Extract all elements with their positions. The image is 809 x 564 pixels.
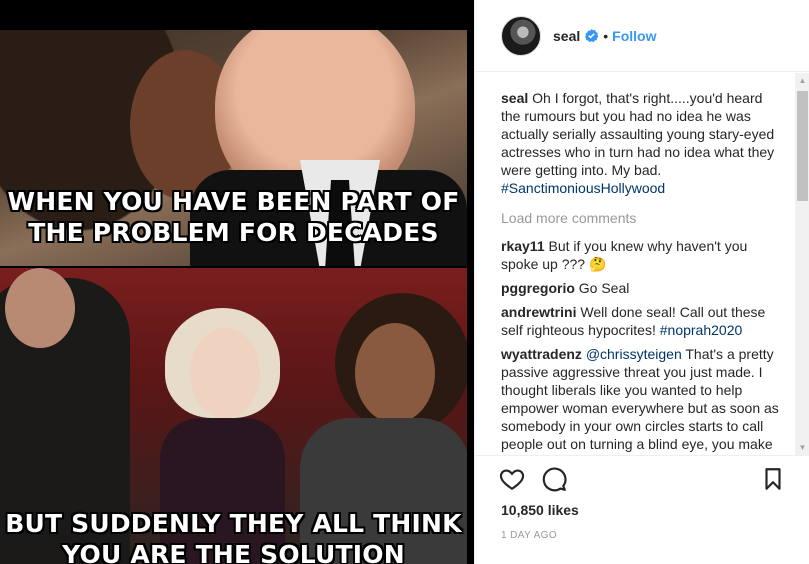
scroll-down-arrow-icon[interactable]: ▼ xyxy=(795,440,809,455)
list-item: pggregorio Go Seal xyxy=(501,279,781,297)
post-actions: 10,850 likes 1 DAY AGO xyxy=(475,455,809,564)
verified-badge-icon xyxy=(585,29,599,42)
comment-mention[interactable]: @chrissyteigen xyxy=(586,346,682,362)
comment-bubble-icon[interactable] xyxy=(541,466,567,492)
post-timestamp[interactable]: 1 DAY AGO xyxy=(501,530,786,541)
load-more-comments-button[interactable]: Load more comments xyxy=(501,209,786,227)
header-separator: • xyxy=(603,27,609,44)
comment-username[interactable]: pggregorio xyxy=(501,280,575,296)
comment-username[interactable]: wyattradenz xyxy=(501,346,582,362)
list-item: andrewtrini Well done seal! Call out the… xyxy=(501,303,781,339)
post-image[interactable]: WHEN YOU HAVE BEEN PART OF THE PROBLEM F… xyxy=(0,0,474,564)
scroll-up-arrow-icon[interactable]: ▲ xyxy=(795,73,809,88)
scroll-thumb[interactable] xyxy=(797,91,808,201)
post-caption: seal Oh I forgot, that's right.....you'd… xyxy=(501,89,781,197)
caption-author[interactable]: seal xyxy=(501,90,528,106)
comment-text: That's a pretty passive aggressive threa… xyxy=(501,346,779,455)
meme-caption-top: WHEN YOU HAVE BEEN PART OF THE PROBLEM F… xyxy=(0,186,467,248)
follow-button[interactable]: Follow xyxy=(612,28,656,44)
meme-caption-top-line2: THE PROBLEM FOR DECADES xyxy=(28,218,439,247)
caption-hashtag[interactable]: #SanctimoniousHollywood xyxy=(501,180,665,196)
header-username[interactable]: seal xyxy=(553,28,580,44)
list-item: wyattradenz @chrissyteigen That's a pret… xyxy=(501,345,781,455)
meme-caption-bottom-line2: YOU ARE THE SOLUTION xyxy=(62,540,405,564)
comment-hashtag[interactable]: #noprah2020 xyxy=(660,322,743,338)
caption-text: Oh I forgot, that's right.....you'd hear… xyxy=(501,90,775,178)
heart-icon[interactable] xyxy=(499,466,525,492)
post-sidebar: seal • Follow seal Oh I forgot, that's r… xyxy=(474,0,809,564)
meme-caption-bottom-line1: BUT SUDDENLY THEY ALL THINK xyxy=(5,509,462,538)
avatar[interactable] xyxy=(501,15,541,56)
figure-blonde-face xyxy=(190,328,260,418)
post-header: seal • Follow xyxy=(475,0,809,72)
list-item: rkay11 But if you knew why haven't you s… xyxy=(501,237,781,273)
figure-man-head xyxy=(5,268,75,348)
action-row xyxy=(499,456,786,496)
meme-caption-bottom: BUT SUDDENLY THEY ALL THINK YOU ARE THE … xyxy=(0,508,467,564)
meme-caption-top-line1: WHEN YOU HAVE BEEN PART OF xyxy=(7,187,460,216)
comments-scrollbar[interactable]: ▲ ▼ xyxy=(795,73,809,455)
figure-right-face xyxy=(355,323,435,423)
bookmark-icon[interactable] xyxy=(760,466,786,492)
comment-text: Go Seal xyxy=(578,280,630,296)
instagram-post-window: WHEN YOU HAVE BEEN PART OF THE PROBLEM F… xyxy=(0,0,809,564)
comment-username[interactable]: rkay11 xyxy=(501,238,545,254)
likes-count[interactable]: 10,850 likes xyxy=(501,502,786,518)
comments-list[interactable]: seal Oh I forgot, that's right.....you'd… xyxy=(475,73,809,455)
comment-username[interactable]: andrewtrini xyxy=(501,304,576,320)
